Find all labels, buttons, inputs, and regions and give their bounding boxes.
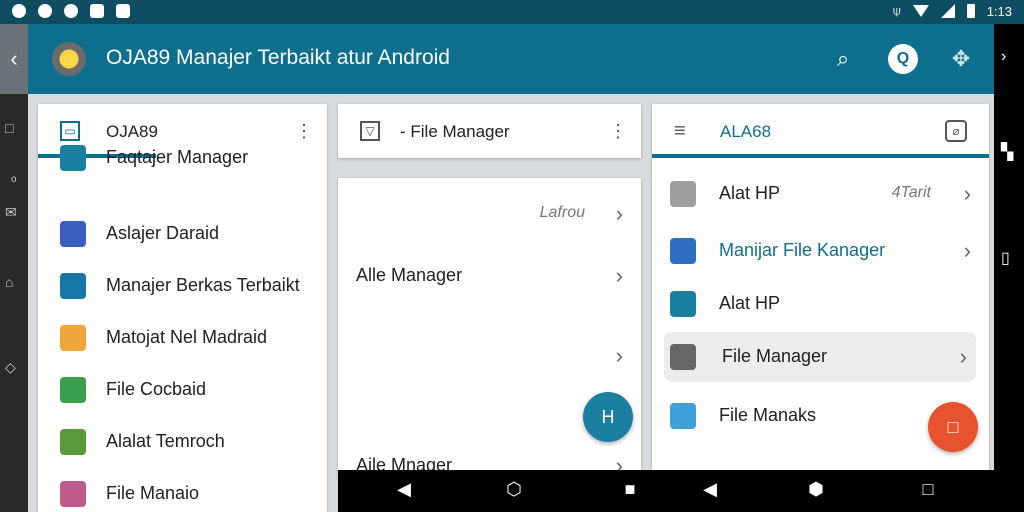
menu-icon[interactable]: ≡ [674, 120, 686, 143]
app-icon [60, 145, 86, 171]
app-icon [670, 291, 696, 317]
list-item-label: Alalat Temroch [106, 431, 225, 451]
right-panel-header: ≡ ALA68 ⌀ [652, 104, 989, 158]
list-item[interactable]: Lafrou › [338, 188, 641, 240]
list-item-label: Manijar File Kanager [719, 240, 886, 260]
home-icon[interactable]: ⌂ [5, 274, 13, 290]
app-icon [60, 481, 86, 507]
more-vert-icon[interactable]: ⋮ [609, 119, 627, 143]
right-fab-button[interactable]: □ [928, 402, 978, 452]
dot-icon: o [11, 174, 17, 185]
notification-icon [116, 4, 130, 18]
square-icon[interactable]: □ [5, 120, 13, 136]
list-item-label: File Manaio [106, 483, 200, 503]
home-icon[interactable]: ⬢ [804, 479, 828, 500]
chevron-right-icon: › [615, 343, 623, 368]
recents-icon[interactable]: ■ [618, 479, 642, 500]
home-icon[interactable]: ⬡ [502, 479, 526, 500]
list-item-label: Faqtajer Manager [106, 147, 249, 167]
notification-icon [12, 4, 26, 18]
recents-icon[interactable]: □ [916, 479, 940, 500]
list-item[interactable]: › [338, 330, 641, 382]
middle-fab-button[interactable]: H [583, 392, 633, 442]
wifi-icon [912, 5, 929, 17]
settings-icon[interactable]: ✥ [946, 44, 976, 74]
list-item[interactable]: Faqtajer Manager [38, 132, 327, 184]
chevron-right-icon: › [963, 238, 971, 263]
list-item-label: Alat HP [719, 293, 781, 313]
quick-search-icon[interactable]: Q [888, 44, 918, 74]
signal-icon [940, 4, 955, 18]
file-icon: ▽ [360, 121, 380, 141]
list-item-label: Alat HP [719, 183, 781, 203]
list-item-label: Alle Manager [356, 265, 463, 285]
app-icon [60, 377, 86, 403]
back-arrow-icon[interactable]: ‹ [0, 24, 28, 94]
app-title: OJA89 Manajer Terbaikt atur Android [106, 46, 450, 69]
app-icon [60, 273, 86, 299]
list-item-label: File Manaks [719, 405, 817, 425]
right-panel-title: ALA68 [720, 122, 772, 141]
list-item[interactable]: File Manaio [38, 468, 327, 512]
list-item-label: Matojat Nel Madraid [106, 327, 268, 347]
mail-icon[interactable]: ✉ [5, 204, 17, 221]
vibrate-icon: ⍦ [892, 3, 901, 18]
middle-panel-title: - File Manager [400, 122, 510, 141]
app-bar: OJA89 Manajer Terbaikt atur Android ⌕ Q … [28, 24, 994, 94]
search-icon[interactable]: ⌕ [828, 44, 858, 74]
chevron-right-icon: › [963, 181, 971, 206]
list-item-label: File Manager [722, 346, 828, 366]
tag-icon[interactable]: ◇ [5, 359, 16, 376]
app-icon [670, 344, 696, 370]
right-system-bar: › ▚ ▯ [994, 24, 1024, 512]
list-item[interactable]: Alat HP 4Tarit › [652, 168, 989, 220]
list-item-label: Manajer Berkas Terbaikt [106, 275, 300, 295]
back-icon[interactable]: ◀ [698, 479, 722, 500]
edit-icon[interactable]: ⌀ [945, 120, 967, 142]
list-item-subtext: 4Tarit [891, 184, 931, 201]
chevron-right-icon[interactable]: › [1001, 48, 1006, 66]
list-item[interactable]: Matojat Nel Madraid [38, 312, 327, 364]
notification-icon [90, 4, 104, 18]
list-item-subtext: Lafrou [539, 204, 585, 221]
list-item[interactable]: Manijar File Kanager › [652, 225, 989, 277]
list-item[interactable]: File Cocbaid [38, 364, 327, 416]
navigation-bar: ◀ ⬡ ■ ◀ ⬢ □ [338, 470, 994, 512]
list-item[interactable]: Alalat Temroch [38, 416, 327, 468]
app-icon [670, 181, 696, 207]
chevron-right-icon: › [615, 263, 623, 288]
list-item-label: File Cocbaid [106, 379, 207, 399]
content-area: ▭ OJA89 ⋮ Faqtajer Manager Aslajer Daraid… [28, 94, 994, 512]
app-icon [670, 403, 696, 429]
status-time: 1:13 [986, 3, 1012, 19]
middle-panel-header: ▽ - File Manager ⋮ [338, 104, 641, 158]
notification-icon [38, 4, 52, 18]
app-icon [60, 325, 86, 351]
header-underline [652, 154, 989, 158]
list-item[interactable]: Alle Manager › [338, 250, 641, 302]
back-icon[interactable]: ◀ [392, 479, 416, 500]
notification-icons [12, 4, 130, 18]
middle-panel: Lafrou › Alle Manager › › Aile Mnager › H [338, 178, 641, 478]
list-item[interactable]: File Manager › [652, 331, 989, 383]
list-item-label: Aslajer Daraid [106, 223, 220, 243]
app-icon [60, 221, 86, 247]
list-item[interactable]: Aslajer Daraid [38, 208, 327, 260]
right-panel: ≡ ALA68 ⌀ Alat HP 4Tarit › Manijar File Kan… [652, 104, 989, 474]
chevron-right-icon: › [615, 201, 623, 226]
app-logo-icon [52, 42, 86, 76]
grid-icon[interactable]: ▚ [1001, 142, 1013, 162]
list-item[interactable]: Alat HP [652, 278, 989, 330]
phone-icon[interactable]: ▯ [1001, 248, 1010, 268]
app-icon [60, 429, 86, 455]
app-icon [670, 238, 696, 264]
status-bar: ⍦ 1:13 [0, 0, 1024, 24]
list-item[interactable]: Manajer Berkas Terbaikt [38, 260, 327, 312]
battery-icon [966, 4, 975, 18]
left-system-bar: ‹ □ o ✉ ⌂ ◇ [0, 24, 28, 512]
chevron-right-icon: › [959, 344, 967, 369]
notification-icon [64, 4, 78, 18]
left-panel: ▭ OJA89 ⋮ Faqtajer Manager Aslajer Daraid… [38, 104, 327, 512]
